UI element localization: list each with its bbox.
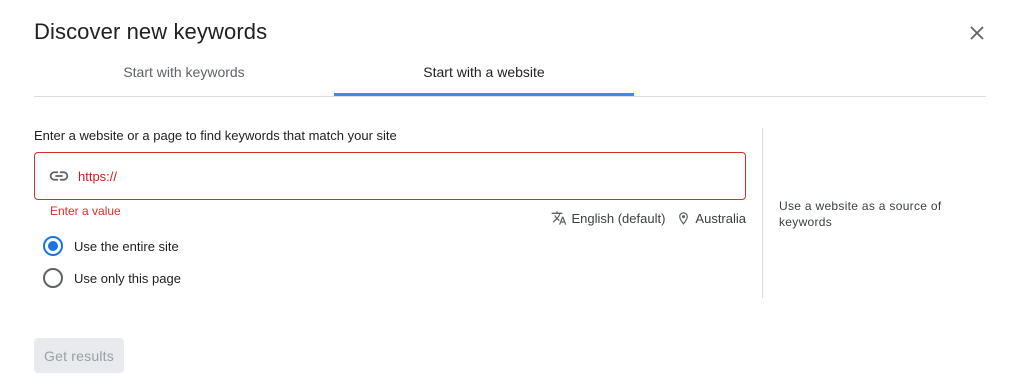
url-error-message: Enter a value: [50, 204, 121, 218]
radio-label-only-this-page: Use only this page: [74, 270, 181, 286]
location-label: Australia: [695, 210, 746, 226]
radio-label-entire-site: Use the entire site: [74, 238, 179, 254]
dialog-title: Discover new keywords: [34, 19, 268, 44]
targeting-settings: English (default) Australia: [551, 210, 746, 226]
location-pin-icon: [676, 211, 691, 226]
tab-start-with-keywords[interactable]: Start with keywords: [34, 48, 334, 96]
close-button[interactable]: [966, 22, 988, 44]
tab-bar: Start with keywords Start with a website: [34, 48, 986, 97]
radio-use-only-this-page[interactable]: Use only this page: [43, 267, 181, 289]
radio-button-checked[interactable]: [43, 236, 63, 256]
side-help-text: Use a website as a source of keywords: [779, 199, 942, 229]
link-icon: [48, 164, 72, 188]
tab-start-with-website[interactable]: Start with a website: [334, 48, 634, 96]
website-url-field[interactable]: [34, 152, 746, 200]
website-url-input[interactable]: [78, 168, 678, 184]
close-icon: [970, 26, 984, 40]
get-results-button[interactable]: Get results: [34, 338, 124, 373]
radio-button-unchecked[interactable]: [43, 268, 63, 288]
language-label: English (default): [571, 210, 666, 226]
website-prompt: Enter a website or a page to find keywor…: [34, 128, 397, 143]
vertical-divider: [762, 128, 763, 298]
translate-icon: [551, 210, 567, 226]
language-selector[interactable]: English (default): [551, 210, 665, 226]
radio-use-entire-site[interactable]: Use the entire site: [43, 235, 179, 257]
location-selector[interactable]: Australia: [676, 211, 746, 226]
active-tab-indicator: [334, 93, 634, 96]
